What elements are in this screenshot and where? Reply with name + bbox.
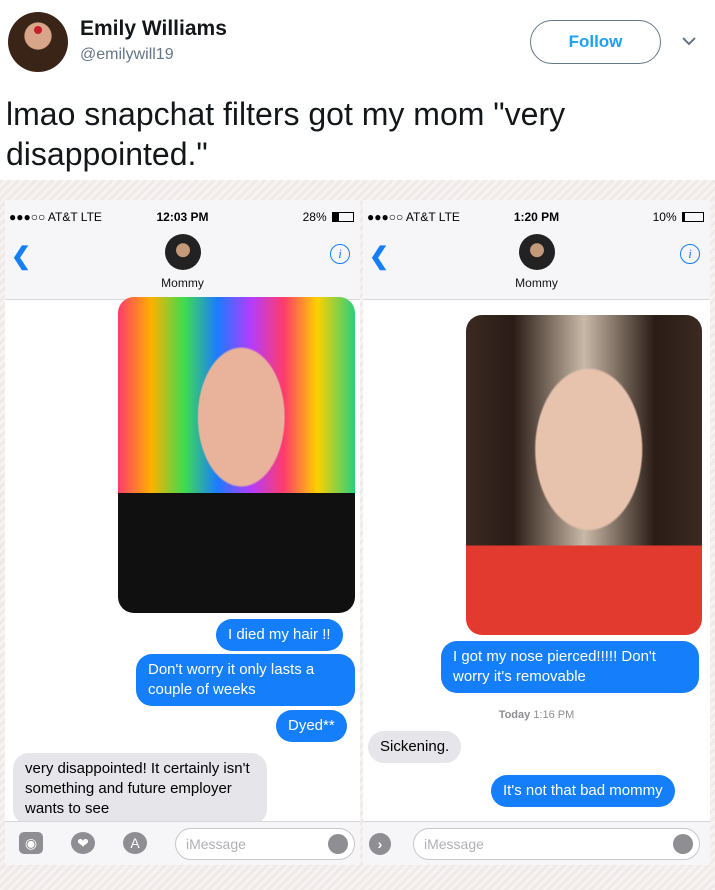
chevron-down-icon[interactable] xyxy=(680,32,698,50)
message-input[interactable]: iMessage xyxy=(175,828,355,860)
timestamp-day: Today xyxy=(498,709,531,721)
message-thread: I died my hair !! Don't worry it only la… xyxy=(5,297,360,825)
info-icon[interactable]: i xyxy=(330,244,350,264)
message-bubble-received: very disappointed! It certainly isn't so… xyxy=(13,753,267,825)
back-icon[interactable]: ❮ xyxy=(11,242,31,271)
message-bubble-sent: I died my hair !! xyxy=(216,619,343,651)
message-bubble-received: Sickening. xyxy=(368,731,462,763)
tweet-header: Emily Williams @emilywill19 Follow xyxy=(0,0,715,90)
contact-name[interactable]: Mommy xyxy=(5,276,360,290)
conversation-nav: ❮ Mommy i xyxy=(5,230,360,300)
battery-percent: 10% xyxy=(652,210,677,224)
rainbow-hair-photo[interactable] xyxy=(118,297,355,613)
tweet-text: lmao snapchat filters got my mom "very d… xyxy=(6,96,566,172)
contact-avatar[interactable] xyxy=(164,234,201,270)
input-placeholder: iMessage xyxy=(424,836,484,852)
compose-bar: ◉ ❤ A iMessage xyxy=(5,821,360,865)
message-input[interactable]: iMessage xyxy=(413,828,700,860)
battery-percent: 28% xyxy=(302,210,327,224)
battery-icon xyxy=(332,212,354,222)
camera-icon[interactable]: ◉ xyxy=(19,832,43,854)
input-placeholder: iMessage xyxy=(186,836,246,852)
conversation-nav: ❮ Mommy i xyxy=(363,230,710,300)
battery-indicator: 28% xyxy=(303,210,354,224)
info-icon[interactable]: i xyxy=(680,244,700,264)
follow-button[interactable]: Follow xyxy=(530,20,661,64)
message-thread: I got my nose pierced!!!!! Don't worry i… xyxy=(363,301,710,821)
compose-bar: › iMessage xyxy=(363,821,710,865)
author-avatar[interactable] xyxy=(8,12,68,72)
back-icon[interactable]: ❮ xyxy=(369,242,389,271)
nose-piercing-photo[interactable] xyxy=(466,315,702,635)
left-screenshot: ●●●○○ AT&T LTE 12:03 PM 28% ❮ Mommy i I … xyxy=(5,200,360,865)
battery-icon xyxy=(682,212,704,222)
timestamp-time: 1:16 PM xyxy=(533,709,575,721)
contact-avatar[interactable] xyxy=(518,234,555,270)
mic-icon[interactable] xyxy=(673,834,693,854)
message-bubble-sent: Dyed** xyxy=(276,710,347,742)
status-bar: ●●●○○ AT&T LTE 1:20 PM 10% xyxy=(363,200,710,230)
author-name[interactable]: Emily Williams xyxy=(80,17,227,41)
status-bar: ●●●○○ AT&T LTE 12:03 PM 28% xyxy=(5,200,360,230)
expand-icon[interactable]: › xyxy=(369,833,391,855)
battery-indicator: 10% xyxy=(653,210,704,224)
app-store-icon[interactable]: A xyxy=(123,832,147,854)
tweet-media[interactable]: ●●●○○ AT&T LTE 12:03 PM 28% ❮ Mommy i I … xyxy=(0,180,715,890)
message-bubble-sent: I got my nose pierced!!!!! Don't worry i… xyxy=(441,641,699,693)
message-timestamp: Today 1:16 PM xyxy=(363,709,710,721)
message-bubble-sent: It's not that bad mommy xyxy=(491,775,675,807)
mic-icon[interactable] xyxy=(328,834,348,854)
avatar-detail xyxy=(34,26,42,34)
message-bubble-sent: Don't worry it only lasts a couple of we… xyxy=(136,654,355,706)
right-screenshot: ●●●○○ AT&T LTE 1:20 PM 10% ❮ Mommy i I g… xyxy=(363,200,710,865)
contact-name[interactable]: Mommy xyxy=(363,276,710,290)
author-handle[interactable]: @emilywill19 xyxy=(80,46,174,64)
heart-icon[interactable]: ❤ xyxy=(71,832,95,854)
